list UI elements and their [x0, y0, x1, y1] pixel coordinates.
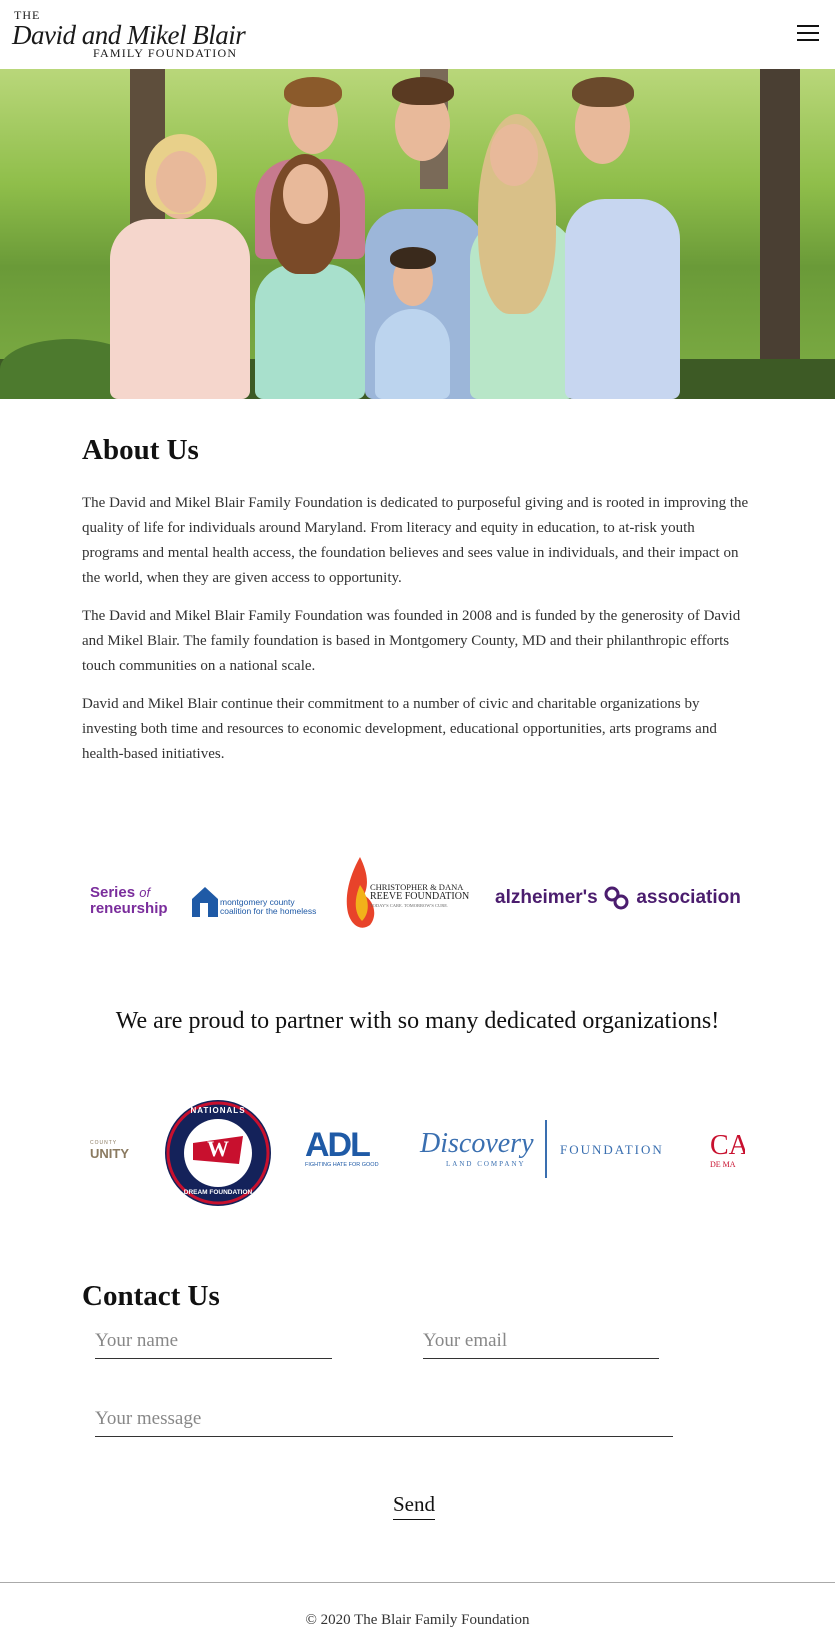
- community-logo-partial: COUNTY UNITY: [90, 1140, 129, 1161]
- partner-logo-carousel-1[interactable]: Series of reneurship montgomery county c…: [90, 855, 745, 935]
- discovery-logo-text: Discovery: [420, 1128, 534, 1159]
- about-paragraph-2: The David and Mikel Blair Family Foundat…: [82, 608, 741, 674]
- logo-subtitle: FAMILY FOUNDATION: [93, 46, 238, 60]
- montgomery-logo-line2: coalition for the homeless: [220, 906, 317, 916]
- reeve-foundation-logo: CHRISTOPHER & DANA REEVE FOUNDATION TODA…: [340, 855, 469, 935]
- discovery-land-foundation-logo: Discovery LAND COMPANY FOUNDATION: [420, 1120, 680, 1180]
- copyright-text: © 2020 The Blair Family Foundation: [305, 1612, 530, 1628]
- about-title: About Us: [82, 434, 199, 466]
- about-paragraph-1: The David and Mikel Blair Family Foundat…: [82, 495, 749, 586]
- adl-logo-tagline: FIGHTING HATE FOR GOOD: [305, 1162, 379, 1168]
- partners-tagline: We are proud to partner with so many ded…: [115, 1008, 720, 1034]
- email-input[interactable]: [423, 1330, 659, 1359]
- partial-logo-big: CA: [710, 1130, 745, 1161]
- nationals-logo-top: NATIONALS: [190, 1106, 246, 1115]
- about-section: About Us The David and Mikel Blair Famil…: [82, 434, 754, 780]
- alzheimers-association-logo: alzheimer's association: [495, 885, 741, 911]
- footer-divider: [0, 1582, 835, 1583]
- adl-logo-text: ADL: [305, 1126, 371, 1164]
- series-logo-line2: reneurship: [90, 900, 168, 917]
- foundation-logo[interactable]: THE David and Mikel Blair FAMILY FOUNDAT…: [12, 8, 252, 64]
- name-input[interactable]: [95, 1330, 332, 1359]
- alz-logo-right: association: [636, 887, 741, 909]
- contact-title: Contact Us: [82, 1280, 220, 1312]
- house-icon: [192, 887, 218, 917]
- montgomery-coalition-logo: montgomery county coalition for the home…: [190, 885, 320, 925]
- discovery-logo-foundation: FOUNDATION: [560, 1142, 664, 1157]
- hamburger-menu-icon[interactable]: [797, 22, 823, 44]
- site-header: THE David and Mikel Blair FAMILY FOUNDAT…: [0, 0, 835, 69]
- partial-logo-small: DE MA: [710, 1160, 736, 1169]
- partner-logo-partial-right: CA DE MA: [710, 1130, 745, 1170]
- message-input[interactable]: [95, 1408, 673, 1437]
- reeve-logo-tagline: TODAY'S CARE. TOMORROW'S CURE.: [370, 903, 449, 908]
- partner-logo-carousel-2[interactable]: COUNTY UNITY W NATIONALS DREAM FOUNDATIO…: [90, 1098, 745, 1213]
- nationals-dream-foundation-logo: W NATIONALS DREAM FOUNDATION: [163, 1098, 273, 1208]
- series-logo-of: of: [139, 885, 151, 900]
- adl-logo: ADL FIGHTING HATE FOR GOOD: [305, 1128, 379, 1168]
- hero-family-photo: [0, 69, 835, 399]
- discovery-logo-sub: LAND COMPANY: [446, 1160, 526, 1168]
- series-logo-line1: Series: [90, 884, 136, 901]
- alzheimers-symbol-icon: [604, 886, 629, 910]
- reeve-logo-line2: REEVE FOUNDATION: [370, 891, 470, 902]
- community-logo-big: UNITY: [90, 1146, 129, 1161]
- svg-text:W: W: [207, 1136, 229, 1161]
- send-button[interactable]: Send: [393, 1492, 435, 1520]
- nationals-logo-bottom: DREAM FOUNDATION: [183, 1189, 253, 1196]
- alz-logo-left: alzheimer's: [495, 887, 598, 909]
- about-paragraph-3: David and Mikel Blair continue their com…: [82, 696, 717, 762]
- series-entrepreneurship-logo: Series of reneurship: [90, 885, 168, 917]
